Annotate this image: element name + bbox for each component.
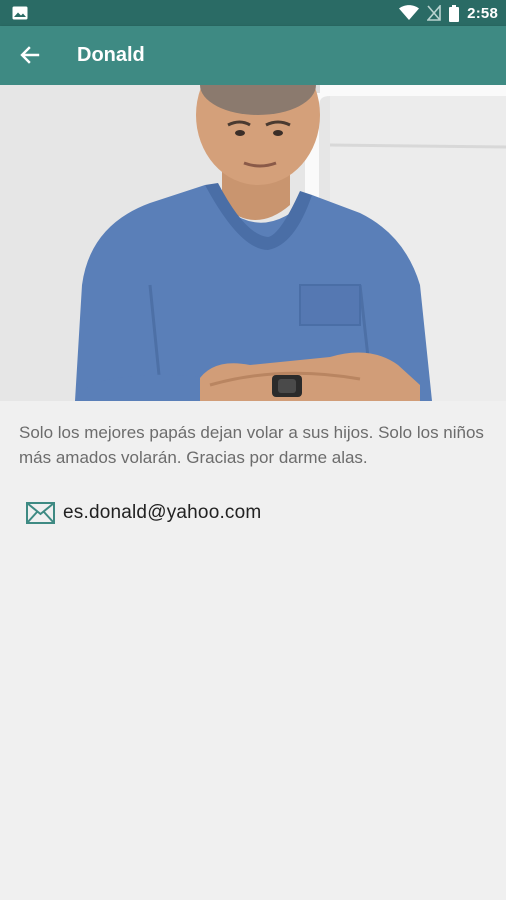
wifi-icon (399, 5, 420, 20)
arrow-left-icon (20, 46, 40, 64)
profile-photo (0, 85, 506, 401)
email-contact[interactable]: es.donald@yahoo.com (26, 496, 261, 530)
email-link[interactable]: es.donald@yahoo.com (63, 502, 261, 524)
status-bar: 2:58 (0, 0, 506, 26)
app-bar: Donald (0, 26, 506, 85)
profile-description: Solo los mejores papás dejan volar a sus… (19, 423, 484, 467)
mail-icon (26, 502, 55, 524)
no-signal-icon (427, 5, 441, 21)
back-button[interactable] (10, 35, 50, 75)
profile-photo-illustration (0, 85, 506, 401)
page-title: Donald (77, 44, 145, 66)
gallery-icon (12, 6, 28, 20)
battery-icon (449, 4, 460, 22)
status-icons: 2:58 (399, 0, 498, 26)
status-time: 2:58 (467, 4, 498, 22)
